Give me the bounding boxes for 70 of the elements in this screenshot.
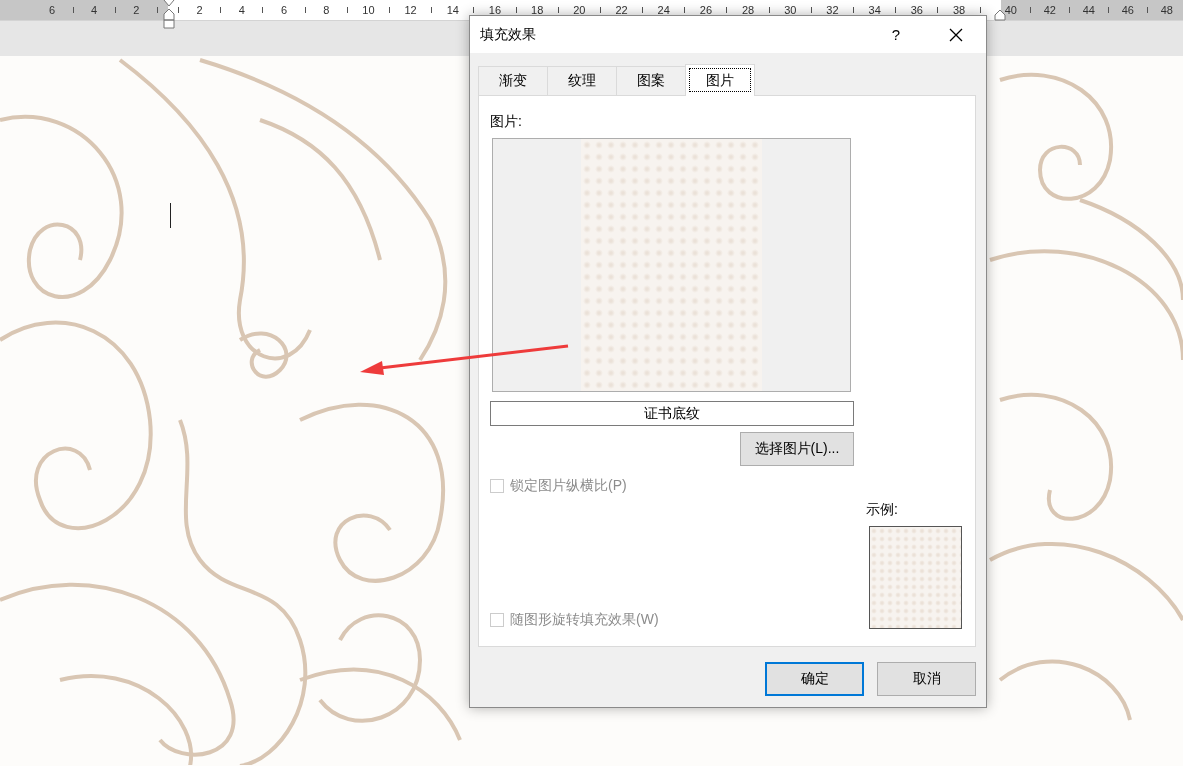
ruler-tick bbox=[346, 7, 348, 13]
ruler-number: 48 bbox=[1159, 3, 1174, 18]
ruler-tick bbox=[431, 7, 433, 13]
tab[interactable]: 图片 bbox=[685, 64, 755, 96]
indent-marker-icon[interactable] bbox=[163, 0, 175, 29]
ruler-number: 20 bbox=[572, 3, 587, 18]
ruler-number: 10 bbox=[361, 3, 376, 18]
ok-button[interactable]: 确定 bbox=[765, 662, 864, 696]
ruler-number: 26 bbox=[698, 3, 713, 18]
ruler-tick bbox=[473, 7, 475, 13]
ruler-tick bbox=[389, 7, 390, 13]
ruler-number: 6 bbox=[279, 3, 289, 18]
ruler-tick bbox=[642, 7, 644, 13]
ruler-tick bbox=[853, 7, 855, 13]
text-cursor bbox=[170, 203, 171, 228]
picture-label: 图片: bbox=[490, 112, 523, 130]
ruler-tick bbox=[72, 7, 74, 13]
ruler-number: 8 bbox=[322, 3, 331, 18]
ruler-number: 16 bbox=[487, 3, 503, 18]
sample-label: 示例: bbox=[866, 500, 899, 518]
ruler-tick bbox=[810, 7, 812, 13]
ruler-tick bbox=[1146, 7, 1148, 13]
ruler-number: 18 bbox=[530, 3, 545, 18]
ruler-number: 38 bbox=[951, 3, 967, 18]
ruler-number: 32 bbox=[825, 3, 840, 18]
ruler-number: 12 bbox=[403, 3, 418, 18]
ruler-number: 44 bbox=[1081, 3, 1096, 18]
checkbox-label: 随图形旋转填充效果(W) bbox=[510, 611, 659, 629]
ruler-tick bbox=[220, 7, 222, 13]
ruler-tick bbox=[515, 7, 517, 13]
ruler-number: 40 bbox=[1003, 3, 1018, 18]
help-button[interactable]: ? bbox=[866, 26, 926, 43]
ruler-number: 30 bbox=[783, 3, 798, 18]
ruler-number: 4 bbox=[90, 3, 99, 18]
ruler-tick bbox=[1029, 7, 1031, 13]
picture-name-field[interactable]: 证书底纹 bbox=[490, 401, 854, 426]
ruler-tick bbox=[599, 7, 601, 13]
dialog-title: 填充效果 bbox=[480, 25, 537, 44]
ruler-tick bbox=[557, 7, 559, 13]
ruler-number: 6 bbox=[47, 3, 57, 18]
tab[interactable]: 渐变 bbox=[478, 66, 548, 95]
ruler-tick bbox=[114, 7, 116, 13]
ruler-number: 28 bbox=[740, 3, 756, 18]
ruler-number: 46 bbox=[1120, 3, 1135, 18]
ruler-number: 2 bbox=[195, 3, 204, 18]
ruler-tick bbox=[304, 7, 306, 13]
ruler-tick bbox=[1107, 7, 1109, 13]
ruler-tick bbox=[178, 7, 180, 13]
ruler-tick bbox=[726, 7, 728, 13]
ruler-number: 42 bbox=[1042, 3, 1057, 18]
ruler-tick bbox=[979, 7, 981, 13]
ruler-tick bbox=[262, 7, 264, 13]
ruler-number: 4 bbox=[237, 3, 246, 18]
ruler-number: 34 bbox=[867, 3, 882, 18]
ruler-number: 36 bbox=[909, 3, 924, 18]
close-icon[interactable] bbox=[949, 27, 963, 42]
ruler-number: 14 bbox=[445, 3, 460, 18]
right-indent-marker-icon[interactable] bbox=[994, 10, 1006, 21]
ruler-tick bbox=[768, 7, 770, 13]
ruler-tick bbox=[937, 7, 939, 13]
ruler-number: 2 bbox=[132, 3, 141, 18]
ruler-tick bbox=[895, 7, 897, 13]
ruler-number: 24 bbox=[656, 3, 671, 18]
ruler-number: 22 bbox=[614, 3, 629, 18]
checkbox-label: 锁定图片纵横比(P) bbox=[510, 477, 627, 495]
select-picture-button[interactable]: 选择图片(L)... bbox=[740, 432, 854, 466]
ruler-tick bbox=[684, 7, 686, 13]
ruler-tick bbox=[156, 7, 158, 13]
cancel-button[interactable]: 取消 bbox=[877, 662, 976, 696]
ruler-tick bbox=[1068, 7, 1070, 13]
